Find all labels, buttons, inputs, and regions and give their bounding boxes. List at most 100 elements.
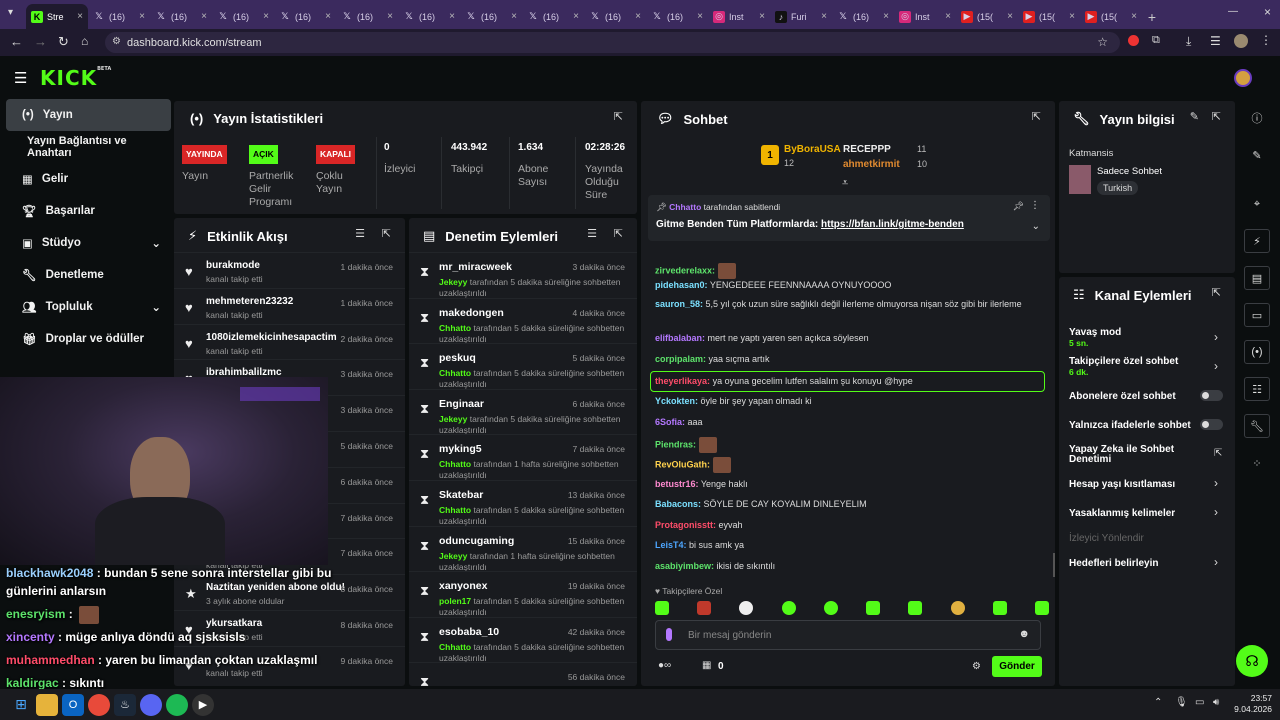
moderation-row[interactable]: ⧗ esobaba_10 Chhatto tarafından 5 dakika s… [409, 616, 637, 663]
close-tab-icon[interactable]: × [945, 11, 951, 22]
emote-icon[interactable] [1034, 601, 1049, 615]
chat-username[interactable]: Babacons: [655, 499, 701, 509]
expand-leaderboard-icon[interactable]: ⩡ [842, 177, 848, 190]
goals-action[interactable]: Hedefleri belirleyin [1069, 558, 1225, 569]
unpin-icon[interactable]: 📌︎ [1013, 201, 1024, 212]
leader-second-name[interactable]: RECEPPP [843, 144, 891, 155]
close-tab-icon[interactable]: × [1131, 11, 1137, 22]
target-icon[interactable]: ⌖ [1241, 192, 1273, 216]
back-icon[interactable]: ← [10, 34, 23, 49]
emote-only-toggle[interactable] [1200, 419, 1223, 430]
popout-icon[interactable]: ⇱ [1212, 286, 1221, 299]
microphone-icon[interactable] [666, 628, 672, 641]
network-icon[interactable]: ▭ [1195, 697, 1204, 708]
browser-tab[interactable]: 𝕏 (16) × [522, 4, 584, 29]
filter-icon[interactable]: ☰ [587, 227, 597, 240]
close-tab-icon[interactable]: × [883, 11, 889, 22]
external-link-icon[interactable]: ⇱ [1214, 448, 1222, 459]
browser-tab[interactable]: 𝕏 (16) × [398, 4, 460, 29]
browser-tab[interactable]: ▶ (15(× [1080, 4, 1142, 29]
chevron-right-icon[interactable]: › [1214, 505, 1218, 519]
close-tab-icon[interactable]: × [759, 11, 765, 22]
popout-icon[interactable]: ⇱ [614, 110, 623, 123]
browser-tab[interactable]: ▶ (15(× [1018, 4, 1080, 29]
outlook-icon[interactable]: O [62, 693, 84, 716]
chat-username[interactable]: Yckokten: [655, 396, 698, 406]
emote-icon[interactable] [697, 601, 712, 615]
new-tab-icon[interactable]: + [1142, 4, 1162, 29]
settings-sliders-icon[interactable]: ☷ [1244, 377, 1270, 401]
download-icon[interactable]: ⤓ [1186, 34, 1191, 49]
emote-icon[interactable] [950, 601, 965, 615]
chat-username[interactable]: elifbalaban: [655, 333, 705, 343]
extension-icon[interactable] [1128, 35, 1139, 46]
discord-icon[interactable] [140, 693, 162, 716]
browser-tab[interactable]: K Stre × [26, 4, 88, 29]
slow-mode-action[interactable]: Yavaş mod 5 sn. [1069, 327, 1225, 349]
send-button[interactable]: Gönder [992, 656, 1042, 677]
browser-tab[interactable]: ◎ Inst × [894, 4, 956, 29]
popout-icon[interactable]: ⇱ [382, 227, 391, 240]
browser-tab[interactable]: 𝕏 (16) × [212, 4, 274, 29]
close-tab-icon[interactable]: × [263, 11, 269, 22]
browser-tab[interactable]: 𝕏 (16) × [646, 4, 708, 29]
moderation-row[interactable]: ⧗ mr_miracweek Jekeyy tarafından 5 dakika … [409, 252, 637, 298]
hamburger-menu-icon[interactable]: ☰ [14, 69, 27, 87]
chevron-right-icon[interactable]: › [1214, 330, 1218, 344]
browser-tab[interactable]: 𝕏 (16) × [584, 4, 646, 29]
browser-tab[interactable]: 𝕏 (16) × [336, 4, 398, 29]
kick-logo[interactable]: KICKBETA [40, 66, 111, 90]
kick-points-icon[interactable]: ●∞ [658, 660, 671, 671]
category-name[interactable]: Sadece Sohbet [1097, 166, 1162, 177]
popout-icon[interactable]: ⇱ [1212, 110, 1221, 123]
chat-username[interactable]: RevOluGath: [655, 459, 710, 469]
sidebar-item-studio[interactable]: ▣ Stüdyo ⌄ [6, 227, 171, 259]
chrome-icon[interactable] [88, 693, 110, 716]
browser-tab[interactable]: 𝕏 (16) × [150, 4, 212, 29]
chevron-right-icon[interactable]: › [1214, 476, 1218, 490]
moderation-row[interactable]: ⧗ 56 dakika önce [409, 662, 637, 686]
windows-start-icon[interactable]: ⊞ [10, 694, 32, 716]
close-tab-icon[interactable]: × [1007, 11, 1013, 22]
chat-username[interactable]: sauron_58: [655, 299, 703, 309]
chat-username[interactable]: Piendras: [655, 439, 696, 449]
more-dots-icon[interactable]: ⁘ [1241, 451, 1273, 475]
moderation-row[interactable]: ⧗ oduncugaming Jekeyy tarafından 1 hafta s… [409, 525, 637, 572]
chat-username[interactable]: LeisT4: [655, 540, 687, 550]
profile-avatar[interactable] [1234, 34, 1248, 48]
info-icon[interactable]: ⓘ [1241, 106, 1273, 130]
browser-tab[interactable]: 𝕏 (16) × [832, 4, 894, 29]
sidebar-item-stream[interactable]: (•) Yayın [6, 99, 171, 131]
emoji-picker-icon[interactable]: ☻ [1018, 628, 1030, 640]
moderation-row[interactable]: ⧗ Enginaar Jekeyy tarafından 5 dakika süre… [409, 388, 637, 435]
account-age-action[interactable]: Hesap yaşı kısıtlaması [1069, 479, 1225, 490]
popout-icon[interactable]: ⇱ [1032, 110, 1041, 123]
close-tab-icon[interactable]: × [697, 11, 703, 22]
document-icon[interactable]: ▤ [1244, 266, 1270, 290]
sidebar-item-revenue[interactable]: ▦ Gelir [6, 163, 171, 195]
moderation-row[interactable]: ⧗ makedongen Chhatto tarafından 5 dakika s… [409, 297, 637, 344]
close-tab-icon[interactable]: × [201, 11, 207, 22]
subs-only-toggle[interactable] [1200, 390, 1223, 401]
close-tab-icon[interactable]: × [449, 11, 455, 22]
popout-icon[interactable]: ⇱ [614, 227, 623, 240]
chat-username[interactable]: asabiyimbew: [655, 561, 714, 571]
minimize-icon[interactable]: — [1228, 6, 1238, 17]
sidebar-item-achievements[interactable]: 🏆︎ Başarılar [6, 195, 171, 227]
url-field[interactable]: ⚙ dashboard.kick.com/stream ☆ [105, 32, 1120, 53]
support-headset-icon[interactable]: ☊ [1236, 645, 1268, 677]
chat-username[interactable]: zirvederelaxx: [655, 265, 715, 275]
sidebar-item-moderation[interactable]: 🔧︎ Denetleme [6, 259, 171, 291]
activity-row[interactable]: ♥ 1080izlemekicinhesapactim kanalı takip e… [174, 323, 405, 360]
home-icon[interactable]: ⌂ [81, 34, 88, 48]
close-tab-icon[interactable]: × [387, 11, 393, 22]
microphone-tray-icon[interactable]: 🎙︎ [1175, 697, 1188, 708]
broadcast-icon[interactable]: (•) [1244, 340, 1270, 364]
gift-box-icon[interactable]: ▦ [702, 660, 711, 671]
user-avatar[interactable] [1234, 69, 1252, 87]
chat-username[interactable]: betustr16: [655, 479, 699, 489]
browser-tab[interactable]: 𝕏 (16) × [460, 4, 522, 29]
forward-icon[interactable]: → [34, 34, 47, 49]
bolt-icon[interactable]: ⚡︎ [1244, 229, 1270, 253]
emote-icon[interactable] [908, 601, 923, 615]
